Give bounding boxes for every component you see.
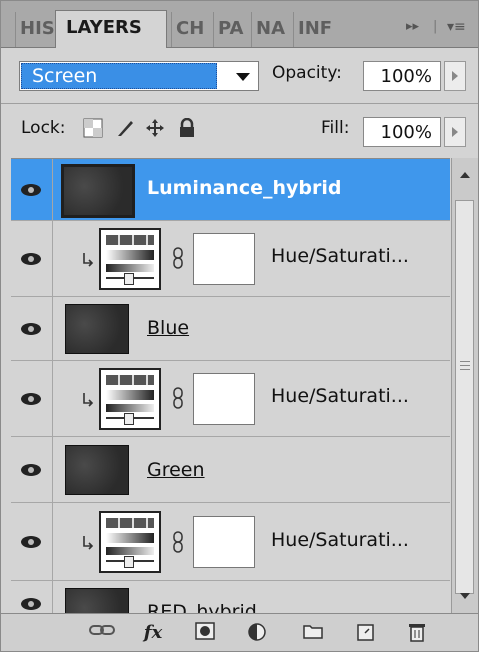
tab-divider: | [433, 19, 438, 34]
tab-layers[interactable]: LAYERS [55, 10, 167, 48]
blend-mode-select[interactable]: Screen [19, 61, 259, 91]
layer-thumbnail [65, 588, 129, 614]
layer-row[interactable]: Blue [11, 297, 450, 361]
link-icon[interactable] [173, 247, 183, 269]
collapse-icon[interactable]: ▸▸ [406, 19, 419, 34]
eye-icon[interactable] [11, 361, 53, 436]
layer-mask-thumbnail [193, 373, 255, 425]
layer-row[interactable]: Green [11, 437, 450, 503]
scroll-down-arrow-icon[interactable] [460, 593, 470, 599]
layer-name: Hue/Saturati... [271, 529, 409, 551]
tab-info[interactable]: INF [293, 12, 361, 47]
layer-row[interactable]: RED_hybrid [11, 581, 450, 614]
link-icon[interactable] [173, 387, 183, 409]
layer-row[interactable]: Hue/Saturati... [11, 503, 450, 581]
adjustment-icon[interactable] [245, 622, 269, 644]
clipping-arrow-icon [81, 251, 95, 269]
eye-icon[interactable] [11, 581, 53, 614]
layer-mask-thumbnail [193, 233, 255, 285]
layers-list: Luminance_hybrid Hue/Saturati... Blue Hu… [11, 158, 450, 614]
adjustment-thumbnail [99, 228, 161, 290]
layer-thumbnail [65, 304, 129, 354]
fx-icon[interactable]: fx [141, 622, 165, 644]
layers-panel: HIS LAYERS CH PA NA INF ▸▸ | ▾≡ Screen O… [0, 0, 479, 652]
layer-name: Luminance_hybrid [147, 177, 342, 199]
layers-toolbar: fx [1, 613, 478, 651]
layer-row[interactable]: Hue/Saturati... [11, 221, 450, 297]
panel-tab-bar: HIS LAYERS CH PA NA INF ▸▸ | ▾≡ [1, 1, 478, 48]
tab-navigator[interactable]: NA [251, 12, 293, 47]
scroll-up-arrow-icon[interactable] [460, 172, 470, 178]
panel-menu-icon[interactable]: ▾≡ [447, 19, 466, 35]
layer-thumbnail [61, 164, 135, 218]
mask-icon[interactable] [193, 622, 217, 644]
opacity-label: Opacity: [272, 63, 342, 83]
blend-mode-value: Screen [21, 63, 217, 89]
lock-label: Lock: [21, 118, 66, 138]
divider [1, 103, 478, 104]
eye-icon[interactable] [11, 437, 53, 502]
lock-position-icon[interactable] [145, 118, 165, 138]
layer-mask-thumbnail [193, 516, 255, 568]
fill-input[interactable]: 100% [363, 117, 441, 147]
eye-icon[interactable] [11, 159, 53, 220]
opacity-input[interactable]: 100% [363, 61, 441, 91]
fill-label: Fill: [321, 118, 350, 138]
lock-all-icon[interactable] [177, 117, 197, 138]
scrollbar-thumb[interactable] [455, 200, 474, 594]
tab-history[interactable]: HIS [15, 12, 55, 47]
layers-scrollbar[interactable] [451, 158, 478, 613]
folder-icon[interactable] [301, 622, 325, 644]
opacity-slider-button[interactable] [444, 61, 466, 91]
link-icon[interactable] [173, 531, 183, 553]
adjustment-thumbnail [99, 511, 161, 573]
trash-icon[interactable] [405, 622, 429, 644]
layer-name: Hue/Saturati... [271, 385, 409, 407]
tab-channels[interactable]: CH [171, 12, 213, 47]
layer-thumbnail [65, 445, 129, 495]
eye-icon[interactable] [11, 221, 53, 296]
layer-name: Blue [147, 317, 190, 339]
lock-transparent-icon[interactable] [83, 118, 103, 138]
eye-icon[interactable] [11, 503, 53, 580]
lock-pixels-icon[interactable] [115, 118, 135, 138]
clipping-arrow-icon [81, 391, 95, 409]
fill-slider-button[interactable] [444, 117, 466, 147]
adjustment-thumbnail [99, 368, 161, 430]
new-layer-icon[interactable] [353, 622, 377, 644]
chevron-down-icon [236, 73, 250, 81]
tab-paths[interactable]: PA [213, 12, 251, 47]
layer-name: Green [147, 459, 205, 481]
eye-icon[interactable] [11, 297, 53, 360]
layer-row[interactable]: Luminance_hybrid [11, 159, 450, 221]
link-layers-icon[interactable] [89, 622, 115, 644]
layer-row[interactable]: Hue/Saturati... [11, 361, 450, 437]
clipping-arrow-icon [81, 534, 95, 552]
layer-name: Hue/Saturati... [271, 245, 409, 267]
